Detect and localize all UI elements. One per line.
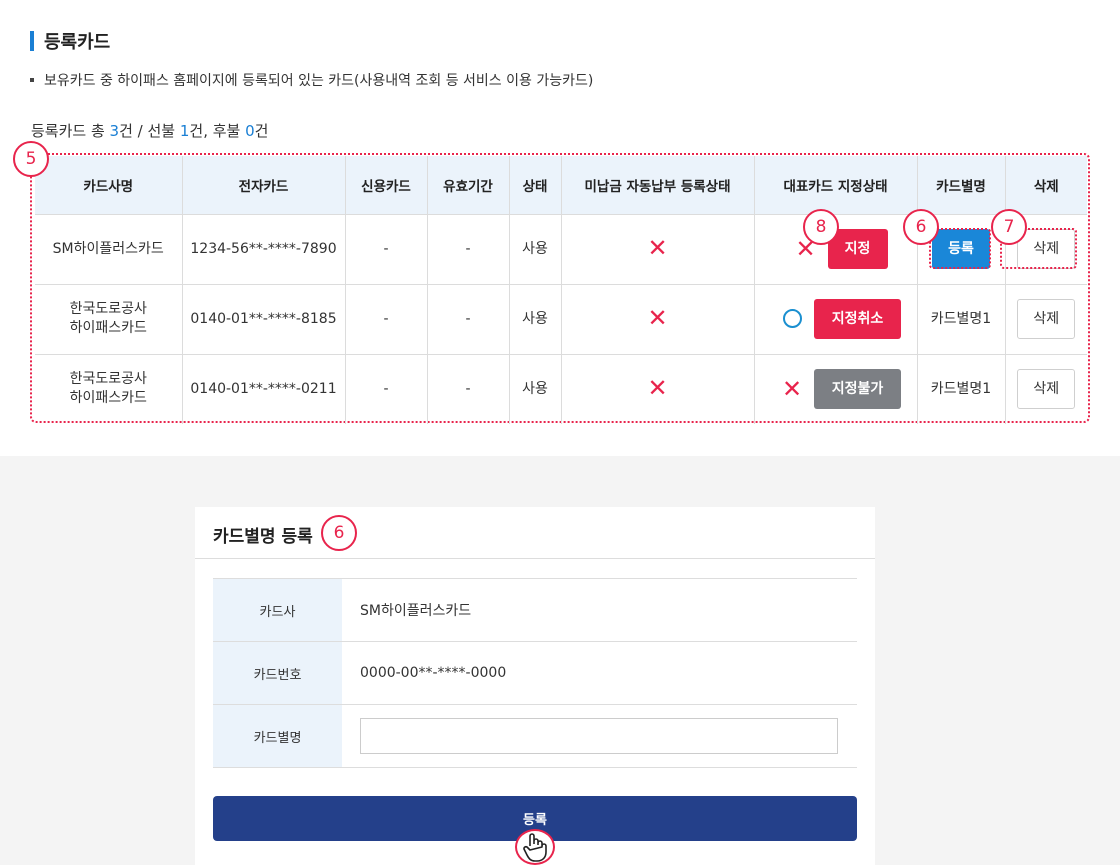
- form-row: 카드번호 0000-00**-****-0000: [213, 641, 857, 705]
- summary-text: 건 / 선불: [119, 122, 180, 140]
- column-header: 카드별명: [916, 156, 1005, 214]
- pointer-hand-icon: [515, 829, 555, 865]
- status: 사용: [508, 283, 561, 354]
- ecard-number: 0140-01**-****-0211: [181, 353, 345, 424]
- cards-table-highlight: 카드사명 전자카드 신용카드 유효기간 상태 미납금 자동납부 등록상태 대표카…: [30, 153, 1090, 424]
- card-alias: 카드별명1: [916, 353, 1005, 424]
- table-row: 한국도로공사 하이패스카드 0140-01**-****-8185 - - 사용…: [35, 283, 1087, 354]
- representative-card-cell: ✕ 지정불가: [753, 353, 917, 424]
- annotation-badge: 8: [803, 209, 839, 245]
- delete-button[interactable]: 삭제: [1017, 369, 1076, 410]
- alias-register-modal: 카드별명 등록 6 카드사 SM하이플러스카드 카드번호 0000-00**-*…: [195, 507, 875, 865]
- column-header: 대표카드 지정상태: [753, 156, 917, 214]
- ecard-number: 1234-56**-****-7890: [181, 213, 345, 284]
- registered-cards-section: 등록카드 보유카드 중 하이패스 홈페이지에 등록되어 있는 카드(사용내역 조…: [0, 0, 1120, 456]
- card-company: 한국도로공사 하이패스카드: [35, 353, 182, 424]
- table-row: 한국도로공사 하이패스카드 0140-01**-****-0211 - - 사용…: [35, 353, 1087, 424]
- register-button-highlight: [929, 228, 991, 269]
- summary-text: 건, 후불: [189, 122, 246, 140]
- alias-input-cell: [342, 704, 857, 768]
- status: 사용: [508, 213, 561, 284]
- delete-cell: 삭제: [1004, 353, 1087, 424]
- section-description: 보유카드 중 하이패스 홈페이지에 등록되어 있는 카드(사용내역 조회 등 서…: [30, 70, 593, 90]
- card-company: SM하이플러스카드: [35, 213, 182, 284]
- card-number-value: 0000-00**-****-0000: [342, 641, 857, 705]
- auto-pay-status: ✕: [560, 213, 754, 284]
- annotation-badge: 5: [13, 141, 49, 177]
- column-header: 신용카드: [344, 156, 427, 214]
- form-row: 카드사 SM하이플러스카드: [213, 578, 857, 642]
- circle-mark-icon: [770, 309, 814, 329]
- card-company: 한국도로공사 하이패스카드: [35, 283, 182, 354]
- section-title: 등록카드: [30, 30, 111, 53]
- designation-unavailable-button[interactable]: 지정불가: [814, 369, 901, 410]
- status: 사용: [508, 353, 561, 424]
- cards-table: 카드사명 전자카드 신용카드 유효기간 상태 미납금 자동납부 등록상태 대표카…: [35, 156, 1087, 424]
- column-header: 전자카드: [181, 156, 345, 214]
- representative-card-cell: 지정취소: [753, 283, 917, 354]
- card-count-summary: 등록카드 총 3건 / 선불 1건, 후불 0건: [31, 120, 268, 141]
- credit-card: -: [344, 213, 427, 284]
- title-accent-bar: [30, 31, 34, 51]
- postpaid-count: 0: [245, 122, 255, 140]
- company-value: SM하이플러스카드: [342, 578, 857, 642]
- column-header: 카드사명: [35, 156, 182, 214]
- column-header: 유효기간: [426, 156, 509, 214]
- table-header-row: 카드사명 전자카드 신용카드 유효기간 상태 미납금 자동납부 등록상태 대표카…: [35, 156, 1087, 214]
- ecard-number: 0140-01**-****-8185: [181, 283, 345, 354]
- modal-header: 카드별명 등록 6: [195, 507, 875, 559]
- prepaid-count: 1: [179, 122, 190, 140]
- bullet-icon: [30, 78, 34, 82]
- alias-form: 카드사 SM하이플러스카드 카드번호 0000-00**-****-0000 카…: [213, 578, 857, 768]
- column-header: 상태: [508, 156, 561, 214]
- expiry: -: [426, 213, 509, 284]
- x-mark-icon: ✕: [647, 304, 668, 332]
- expiry: -: [426, 283, 509, 354]
- x-mark-icon: ✕: [647, 234, 668, 262]
- annotation-badge: 6: [321, 515, 357, 551]
- company-label: 카드사: [213, 578, 342, 642]
- modal-title: 카드별명 등록: [213, 527, 313, 547]
- auto-pay-status: ✕: [560, 283, 754, 354]
- column-header: 삭제: [1004, 156, 1087, 214]
- delete-button[interactable]: 삭제: [1017, 299, 1076, 339]
- form-row: 카드별명: [213, 704, 857, 768]
- alias-label: 카드별명: [213, 704, 342, 768]
- credit-card: -: [344, 283, 427, 354]
- annotation-badge: 7: [991, 209, 1027, 245]
- section-title-text: 등록카드: [44, 32, 111, 53]
- x-mark-icon: ✕: [781, 375, 803, 404]
- alias-input[interactable]: [360, 718, 838, 754]
- delete-cell: 삭제: [1004, 283, 1087, 354]
- x-mark-icon: ✕: [647, 374, 668, 403]
- summary-suffix: 건: [254, 122, 269, 140]
- annotation-badge: 6: [903, 209, 939, 245]
- expiry: -: [426, 353, 509, 424]
- card-number-label: 카드번호: [213, 641, 342, 705]
- column-header: 미납금 자동납부 등록상태: [560, 156, 754, 214]
- total-count: 3: [109, 122, 120, 140]
- card-alias: 카드별명1: [916, 283, 1005, 354]
- summary-prefix: 등록카드 총: [31, 122, 110, 140]
- description-text: 보유카드 중 하이패스 홈페이지에 등록되어 있는 카드(사용내역 조회 등 서…: [44, 73, 594, 89]
- auto-pay-status: ✕: [560, 353, 754, 424]
- cancel-designation-button[interactable]: 지정취소: [814, 299, 901, 339]
- credit-card: -: [344, 353, 427, 424]
